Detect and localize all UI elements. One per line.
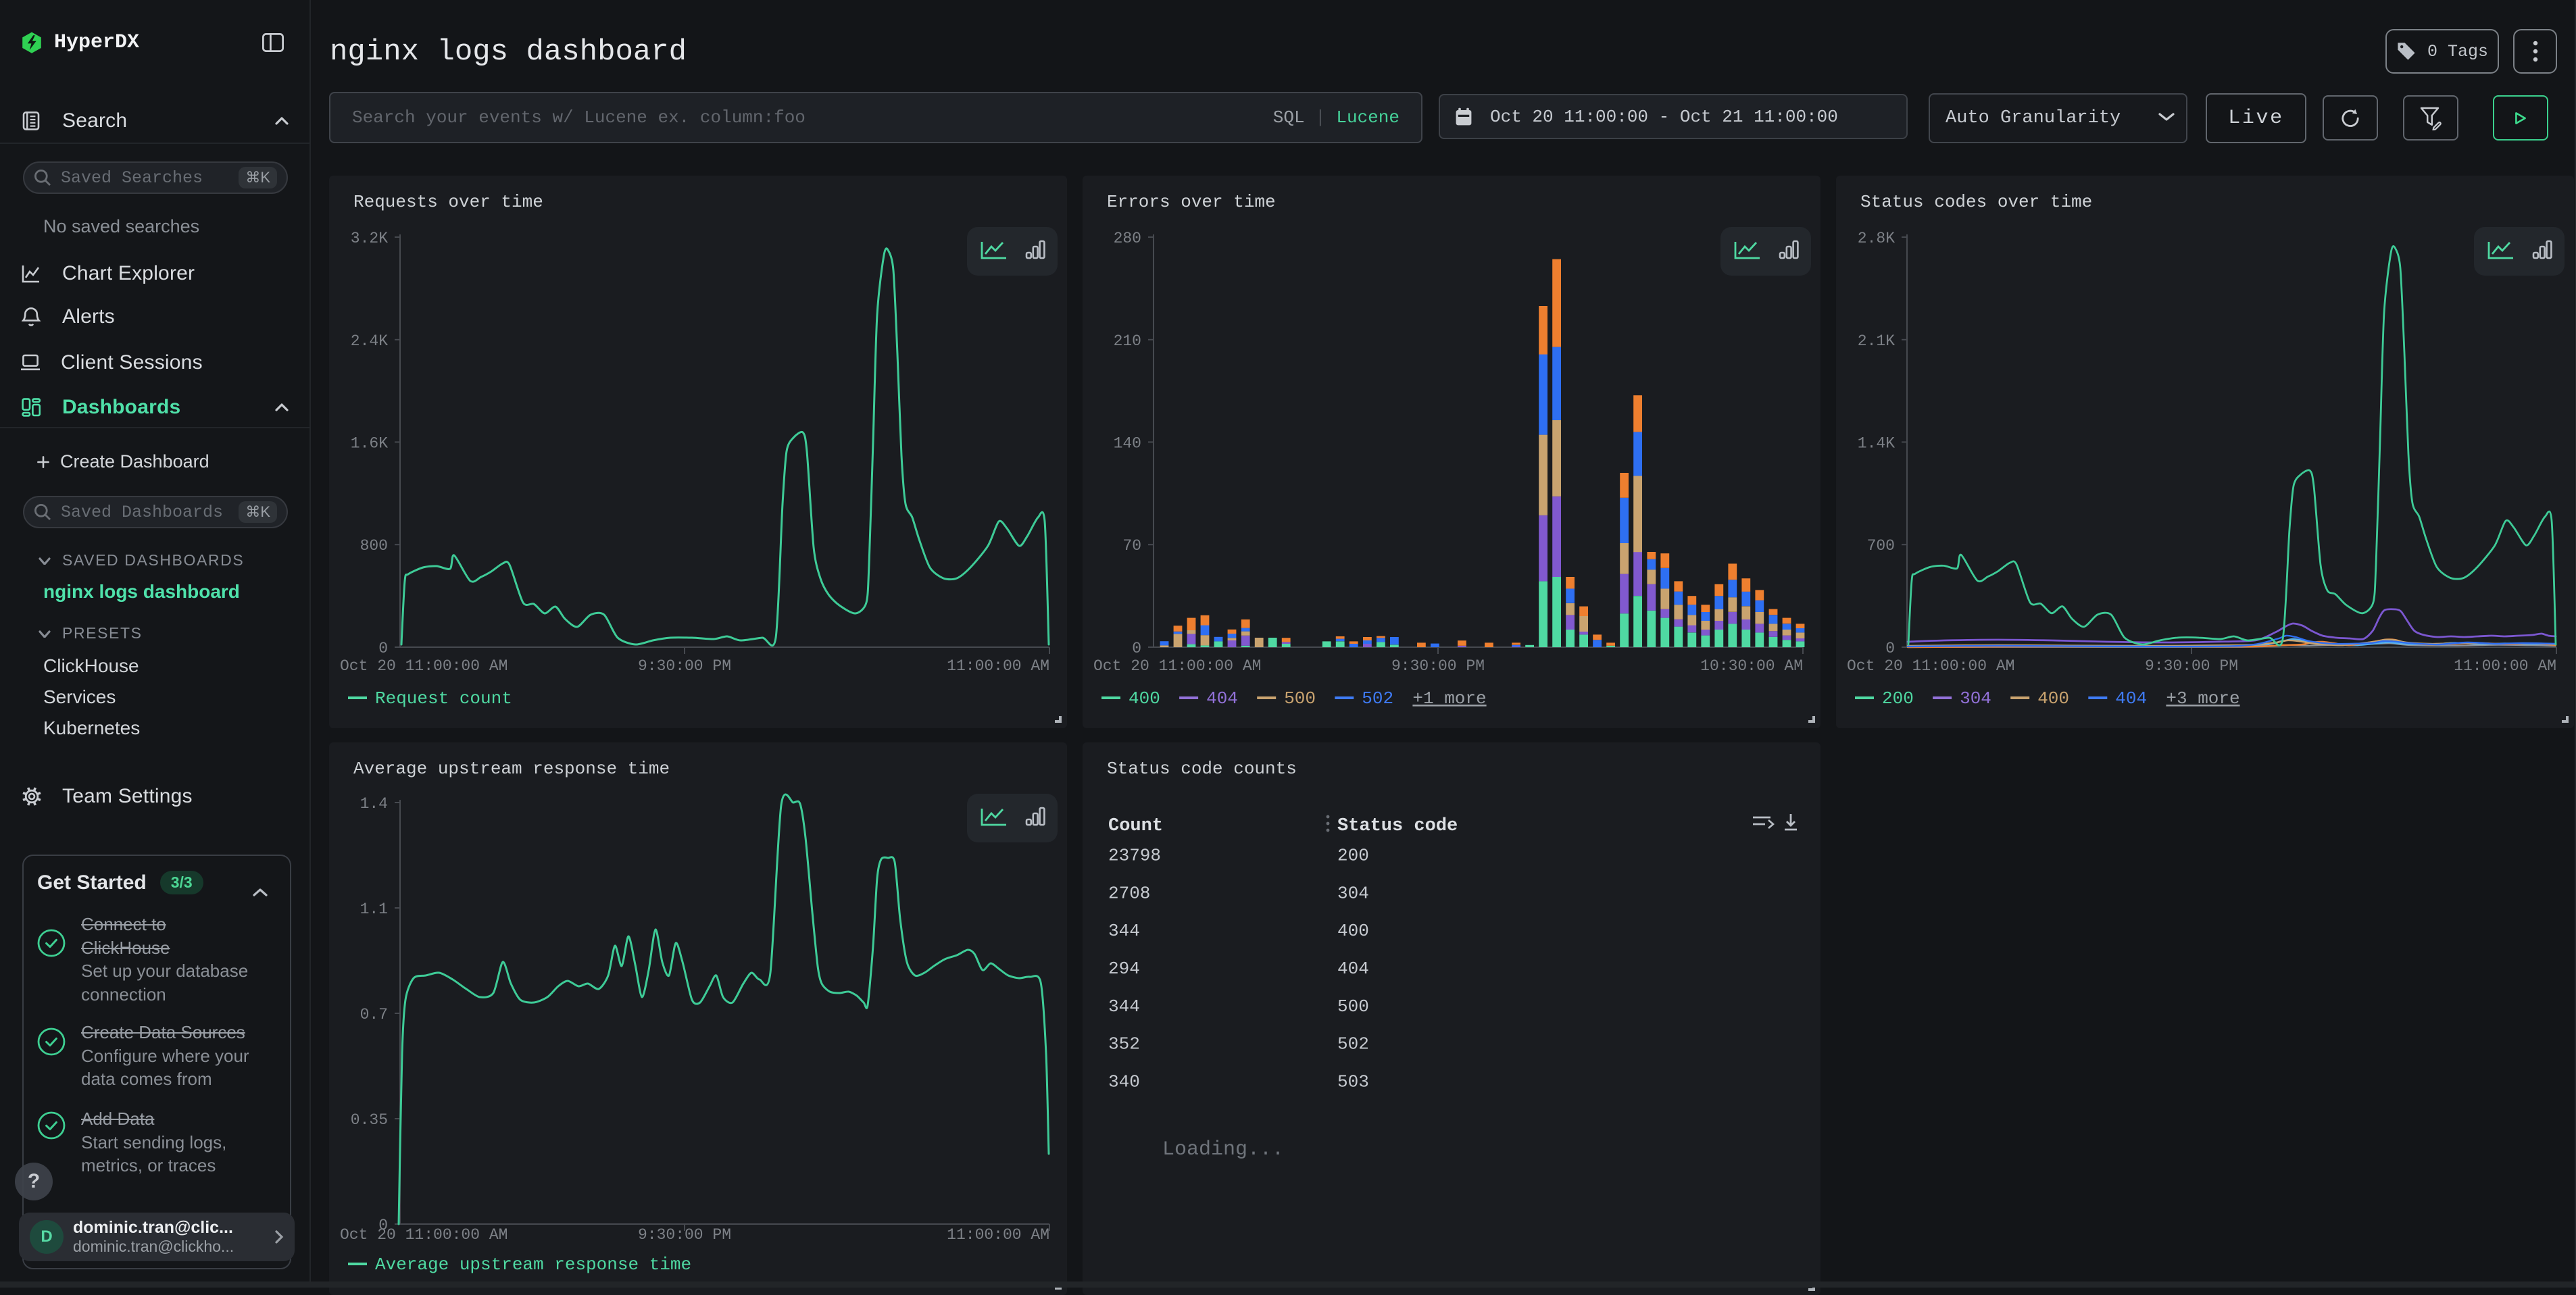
svg-text:800: 800: [360, 537, 388, 555]
svg-text:400: 400: [1129, 688, 1160, 709]
svg-text:Oct 20 11:00:00 AM: Oct 20 11:00:00 AM: [340, 657, 507, 675]
svg-text:1.4K: 1.4K: [1858, 434, 1895, 452]
svg-text:400: 400: [2037, 688, 2069, 709]
svg-text:1.6K: 1.6K: [351, 434, 388, 452]
svg-text:0.35: 0.35: [351, 1111, 388, 1129]
svg-text:500: 500: [1337, 996, 1369, 1017]
svg-text:9:30:00 PM: 9:30:00 PM: [638, 657, 731, 675]
svg-text:304: 304: [1337, 883, 1369, 903]
svg-text:Count: Count: [1108, 816, 1163, 836]
svg-text:Oct 20 11:00:00 AM: Oct 20 11:00:00 AM: [1093, 657, 1261, 675]
svg-text:304: 304: [1960, 688, 1991, 709]
svg-text:404: 404: [1206, 688, 1238, 709]
svg-text:Request count: Request count: [375, 688, 512, 709]
svg-text:3.2K: 3.2K: [351, 230, 388, 247]
svg-text:200: 200: [1882, 688, 1914, 709]
svg-text:Oct 20 11:00:00 AM: Oct 20 11:00:00 AM: [1847, 657, 2014, 675]
svg-text:200: 200: [1337, 846, 1369, 866]
svg-text:294: 294: [1108, 959, 1140, 979]
svg-text:0.7: 0.7: [360, 1006, 388, 1023]
svg-text:Loading...: Loading...: [1162, 1138, 1284, 1161]
svg-text:352: 352: [1108, 1034, 1140, 1055]
svg-text:1.1: 1.1: [360, 900, 388, 918]
svg-text:9:30:00 PM: 9:30:00 PM: [1391, 657, 1485, 675]
svg-text:404: 404: [1337, 959, 1369, 979]
svg-text:11:00:00 AM: 11:00:00 AM: [2454, 657, 2556, 675]
svg-text:340: 340: [1108, 1071, 1140, 1092]
svg-text:502: 502: [1362, 688, 1393, 709]
svg-text:500: 500: [1284, 688, 1316, 709]
svg-text:400: 400: [1337, 921, 1369, 941]
svg-text:2.4K: 2.4K: [351, 332, 388, 350]
svg-text:+1 more: +1 more: [1412, 688, 1486, 709]
svg-text:+3 more: +3 more: [2166, 688, 2239, 709]
svg-text:11:00:00 AM: 11:00:00 AM: [947, 1226, 1049, 1244]
svg-text:700: 700: [1867, 537, 1895, 555]
svg-text:23798: 23798: [1108, 846, 1161, 866]
svg-text:210: 210: [1114, 332, 1141, 350]
svg-text:2.8K: 2.8K: [1858, 230, 1895, 247]
svg-text:404: 404: [2115, 688, 2147, 709]
svg-text:9:30:00 PM: 9:30:00 PM: [2145, 657, 2238, 675]
svg-text:11:00:00 AM: 11:00:00 AM: [947, 657, 1049, 675]
svg-text:10:30:00 AM: 10:30:00 AM: [1700, 657, 1803, 675]
svg-text:344: 344: [1108, 921, 1140, 941]
svg-text:502: 502: [1337, 1034, 1369, 1055]
svg-text:0: 0: [1132, 640, 1141, 657]
svg-text:70: 70: [1122, 537, 1141, 555]
svg-text:140: 140: [1114, 434, 1141, 452]
svg-text:9:30:00 PM: 9:30:00 PM: [638, 1226, 731, 1244]
svg-text:2.1K: 2.1K: [1858, 332, 1895, 350]
svg-text:Average upstream response time: Average upstream response time: [375, 1254, 691, 1275]
svg-text:Oct 20 11:00:00 AM: Oct 20 11:00:00 AM: [340, 1226, 507, 1244]
svg-text:344: 344: [1108, 996, 1140, 1017]
svg-text:2708: 2708: [1108, 883, 1150, 903]
svg-text:0: 0: [1885, 640, 1895, 657]
svg-text:0: 0: [378, 640, 388, 657]
svg-text:280: 280: [1114, 230, 1141, 247]
svg-text:503: 503: [1337, 1071, 1369, 1092]
svg-text:1.4: 1.4: [360, 795, 388, 813]
svg-text:Status code: Status code: [1337, 816, 1458, 836]
